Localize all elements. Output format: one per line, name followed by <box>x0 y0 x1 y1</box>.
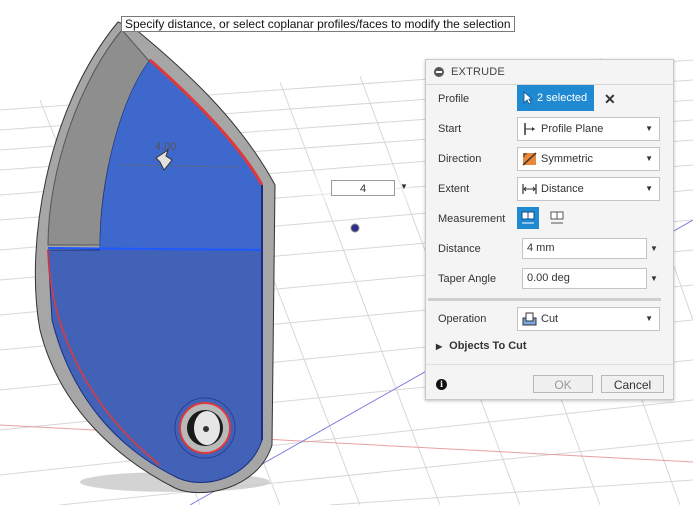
objects-to-cut-section[interactable]: ▶ Objects To Cut <box>436 340 527 352</box>
tooltip: Specify distance, or select coplanar pro… <box>121 16 515 32</box>
cut-icon <box>522 312 537 326</box>
chevron-down-icon[interactable]: ▼ <box>650 234 658 264</box>
extent-value: Distance <box>541 183 584 195</box>
collapse-icon[interactable] <box>434 67 444 77</box>
pointer-icon <box>523 91 533 105</box>
cancel-button[interactable]: Cancel <box>601 375 664 393</box>
start-label: Start <box>438 123 462 135</box>
direction-dropdown[interactable]: Symmetric ▼ <box>517 147 660 171</box>
operation-label: Operation <box>438 313 487 325</box>
section-divider <box>428 298 661 301</box>
distance-label: Distance <box>438 243 481 255</box>
measurement-whole-icon <box>550 211 564 224</box>
chevron-down-icon: ▼ <box>645 124 653 133</box>
profile-value: 2 selected <box>537 92 588 104</box>
info-icon[interactable]: i <box>436 379 447 390</box>
start-value: Profile Plane <box>541 123 604 135</box>
chevron-down-icon: ▼ <box>645 314 653 323</box>
extrude-dialog: EXTRUDE Profile 2 selected ✕ Start Profi… <box>425 59 674 400</box>
measurement-whole-button[interactable] <box>546 207 568 229</box>
taper-angle-input[interactable]: 0.00 deg <box>522 268 647 289</box>
operation-dropdown[interactable]: Cut ▼ <box>517 307 660 331</box>
profile-select-button[interactable]: 2 selected <box>517 85 594 111</box>
dialog-header[interactable]: EXTRUDE <box>426 60 673 85</box>
start-row: Start Profile Plane ▼ <box>426 114 673 144</box>
extent-label: Extent <box>438 183 470 195</box>
expand-triangle-icon: ▶ <box>436 342 443 351</box>
extent-dropdown[interactable]: Distance ▼ <box>517 177 660 201</box>
hole-center <box>203 426 209 432</box>
measurement-symmetric-icon <box>521 211 535 224</box>
snap-point <box>350 223 360 233</box>
chevron-down-icon: ▼ <box>645 184 653 193</box>
measurement-symmetric-button[interactable] <box>517 207 539 229</box>
close-icon[interactable]: ✕ <box>604 84 616 114</box>
symmetric-icon <box>522 152 537 166</box>
measurement-label: Measurement <box>438 213 506 225</box>
direction-label: Direction <box>438 153 482 165</box>
start-dropdown[interactable]: Profile Plane ▼ <box>517 117 660 141</box>
distance-icon <box>522 184 537 194</box>
taper-label: Taper Angle <box>438 273 497 285</box>
objects-to-cut-label: Objects To Cut <box>449 340 527 352</box>
start-plane-icon <box>524 123 535 135</box>
dialog-footer: i OK Cancel <box>426 364 673 401</box>
ok-button[interactable]: OK <box>533 375 593 393</box>
profile-row: Profile 2 selected ✕ <box>426 84 673 114</box>
chevron-down-icon: ▼ <box>645 154 653 163</box>
extent-row: Extent Distance ▼ <box>426 174 673 204</box>
chevron-down-icon[interactable]: ▼ <box>400 182 408 191</box>
direction-row: Direction Symmetric ▼ <box>426 144 673 174</box>
distance-hud-input[interactable]: 4 <box>331 180 395 196</box>
taper-row: Taper Angle 0.00 deg ▼ <box>426 264 673 294</box>
direction-value: Symmetric <box>541 153 593 165</box>
measurement-row: Measurement <box>426 204 673 234</box>
chevron-down-icon[interactable]: ▼ <box>650 264 658 294</box>
dialog-title: EXTRUDE <box>451 66 505 78</box>
operation-row: Operation Cut ▼ <box>426 304 673 334</box>
distance-row: Distance 4 mm ▼ <box>426 234 673 264</box>
profile-label: Profile <box>438 93 470 105</box>
distance-input[interactable]: 4 mm <box>522 238 647 259</box>
operation-value: Cut <box>541 313 559 325</box>
